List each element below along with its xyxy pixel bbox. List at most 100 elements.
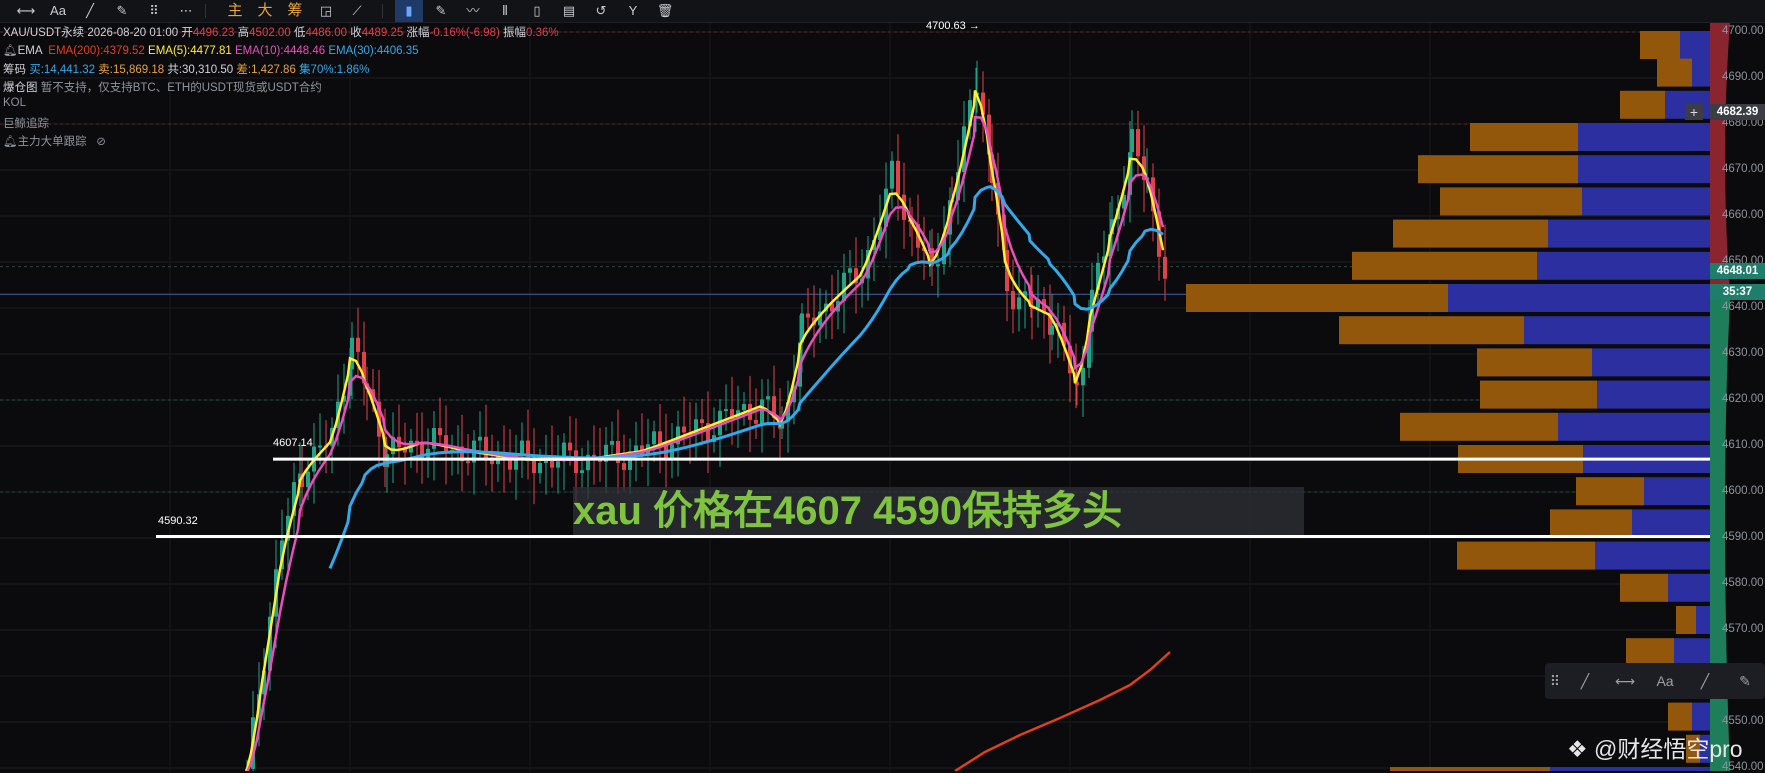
price-axis-label: 4580.00 — [1722, 577, 1764, 589]
toolbar-button-0[interactable]: ⟷ — [12, 0, 40, 22]
price-axis-label: 4690.00 — [1722, 71, 1764, 83]
bell-icon[interactable]: 🔔︎ — [3, 45, 18, 57]
candle-body — [350, 337, 354, 370]
price-axis-label: 4550.00 — [1722, 715, 1764, 727]
toolbar-button-6[interactable]: 主 — [221, 0, 249, 22]
ema30-value: EMA(30):4406.35 — [328, 45, 419, 57]
amplitude-label: 振幅 — [503, 27, 527, 39]
candle-body — [306, 471, 310, 488]
bell-icon[interactable]: 🔔︎ — [3, 136, 18, 148]
sell-value: 卖:15,869.18 — [98, 64, 165, 76]
crosshair-price-tag: 4682.39 — [1710, 104, 1765, 120]
candle-body — [766, 396, 770, 400]
volume-profile-sell-bar — [1696, 606, 1710, 634]
ema5-value: EMA(5):4477.81 — [148, 45, 232, 57]
toolbar-button-11[interactable]: ▮ — [395, 0, 423, 22]
total-value: 共:30,310.50 — [167, 64, 234, 76]
close-value: 4489.25 — [361, 27, 404, 39]
toolbar-divider — [382, 4, 383, 18]
price-axis-label: 4620.00 — [1722, 393, 1764, 405]
draw-tool-5[interactable]: ✎ — [1725, 663, 1765, 699]
draw-tool-1[interactable]: ╱ — [1565, 663, 1605, 699]
toolbar-button-15[interactable]: ▯ — [523, 0, 551, 22]
toolbar-button-1[interactable]: Aa — [44, 0, 72, 22]
volume-profile-sell-bar — [1668, 573, 1710, 602]
candle-body — [848, 268, 852, 273]
candle-body — [466, 461, 470, 464]
candle-body — [634, 445, 638, 452]
volume-profile-sell-bar — [1582, 187, 1710, 216]
volume-profile-buy-bar — [1418, 155, 1578, 184]
add-alert-icon[interactable]: + — [1685, 104, 1703, 120]
chips-title: 筹码 — [3, 64, 26, 76]
peak-label: 4700.63 → — [926, 20, 980, 32]
candle-body — [622, 463, 626, 470]
toolbar-button-7[interactable]: 大 — [251, 0, 279, 22]
watermark-text: 财经悟空pro — [1617, 736, 1743, 762]
volume-profile — [1186, 22, 1730, 771]
close-label: 收 — [350, 27, 362, 39]
candle-body — [556, 461, 560, 468]
volume-profile-buy-bar — [1657, 58, 1692, 87]
draw-tool-3[interactable]: Aa — [1645, 663, 1685, 699]
toolbar-button-3[interactable]: ✎ — [108, 0, 136, 22]
draw-tool-0[interactable]: ⠿ — [1545, 663, 1565, 699]
chips-info: 筹码 买:14,441.32 卖:15,869.18 共:30,310.50 差… — [3, 61, 369, 77]
volume-profile-sell-bar — [1692, 702, 1710, 731]
candle-body — [936, 264, 940, 267]
high-label: 高 — [237, 27, 250, 39]
toolbar-button-18[interactable]: Y — [619, 0, 647, 22]
candle-body — [896, 160, 900, 195]
volume-profile-buy-bar — [1186, 284, 1448, 312]
toolbar-button-10[interactable]: ⟋ — [343, 0, 371, 22]
toolbar-button-16[interactable]: ▤ — [555, 0, 583, 22]
draw-tool-4[interactable]: ╱ — [1685, 663, 1725, 699]
toolbar-button-9[interactable]: ◲ — [312, 0, 340, 22]
symbol-name[interactable]: XAU/USDT永续 — [3, 27, 84, 39]
volume-profile-sell-bar — [1537, 251, 1710, 280]
volume-profile-buy-bar — [1640, 31, 1680, 59]
candle-body — [806, 313, 810, 318]
price-axis-label: 4600.00 — [1722, 485, 1764, 497]
price-axis-label: 4670.00 — [1722, 163, 1764, 175]
candle-body — [1011, 291, 1015, 310]
toolbar-button-14[interactable]: ⦀ — [491, 0, 519, 22]
price-chart[interactable] — [0, 0, 1765, 771]
main-order-info: 🔔︎主力大单跟踪 ⊘ — [3, 133, 106, 149]
volume-profile-sell-bar — [1597, 380, 1710, 409]
candle-time: 2026-08-20 01:00 — [87, 27, 179, 39]
toolbar-button-12[interactable]: ✎ — [427, 0, 455, 22]
toolbar-button-13[interactable]: 〰 — [459, 0, 487, 22]
volume-profile-buy-bar — [1440, 187, 1582, 216]
price-axis-label: 4640.00 — [1722, 301, 1764, 313]
candle-body — [610, 440, 614, 445]
draw-tool-2[interactable]: ⟷ — [1605, 663, 1645, 699]
toolbar-button-17[interactable]: ↺ — [587, 0, 615, 22]
volume-profile-buy-bar — [1400, 412, 1558, 441]
toolbar-button-8[interactable]: 筹 — [281, 0, 309, 22]
toolbar-button-19[interactable]: 🗑 — [651, 0, 679, 22]
candle-body — [508, 460, 512, 470]
candle-body — [682, 426, 686, 433]
candle-body — [1163, 256, 1167, 279]
candle-body — [890, 160, 894, 189]
candle-body — [1136, 129, 1140, 157]
volume-profile-buy-bar — [1470, 123, 1578, 151]
candle-body — [754, 419, 758, 424]
watermark: ❖ @财经悟空pro — [1567, 730, 1743, 764]
text-annotation[interactable]: xau 价格在4607 4590保持多头 — [573, 487, 1122, 535]
countdown-tag: 35:37 — [1710, 284, 1765, 300]
price-axis-label: 4570.00 — [1722, 623, 1764, 635]
amplitude-value: 0.36% — [526, 27, 559, 39]
eye-off-icon[interactable]: ⊘ — [96, 136, 106, 148]
volume-profile-buy-bar — [1339, 316, 1524, 345]
kol-info: KOL — [3, 97, 27, 109]
volume-profile-buy-bar — [1626, 638, 1674, 667]
buy-value: 买:14,441.32 — [29, 64, 96, 76]
toolbar-button-4[interactable]: ⠿ — [140, 0, 168, 22]
toolbar-button-5[interactable]: ⋯ — [172, 0, 200, 22]
candle-body — [724, 409, 728, 412]
toolbar-button-2[interactable]: ╱ — [76, 0, 104, 22]
volume-profile-buy-bar — [1676, 606, 1696, 634]
volume-profile-buy-bar — [1550, 509, 1632, 538]
